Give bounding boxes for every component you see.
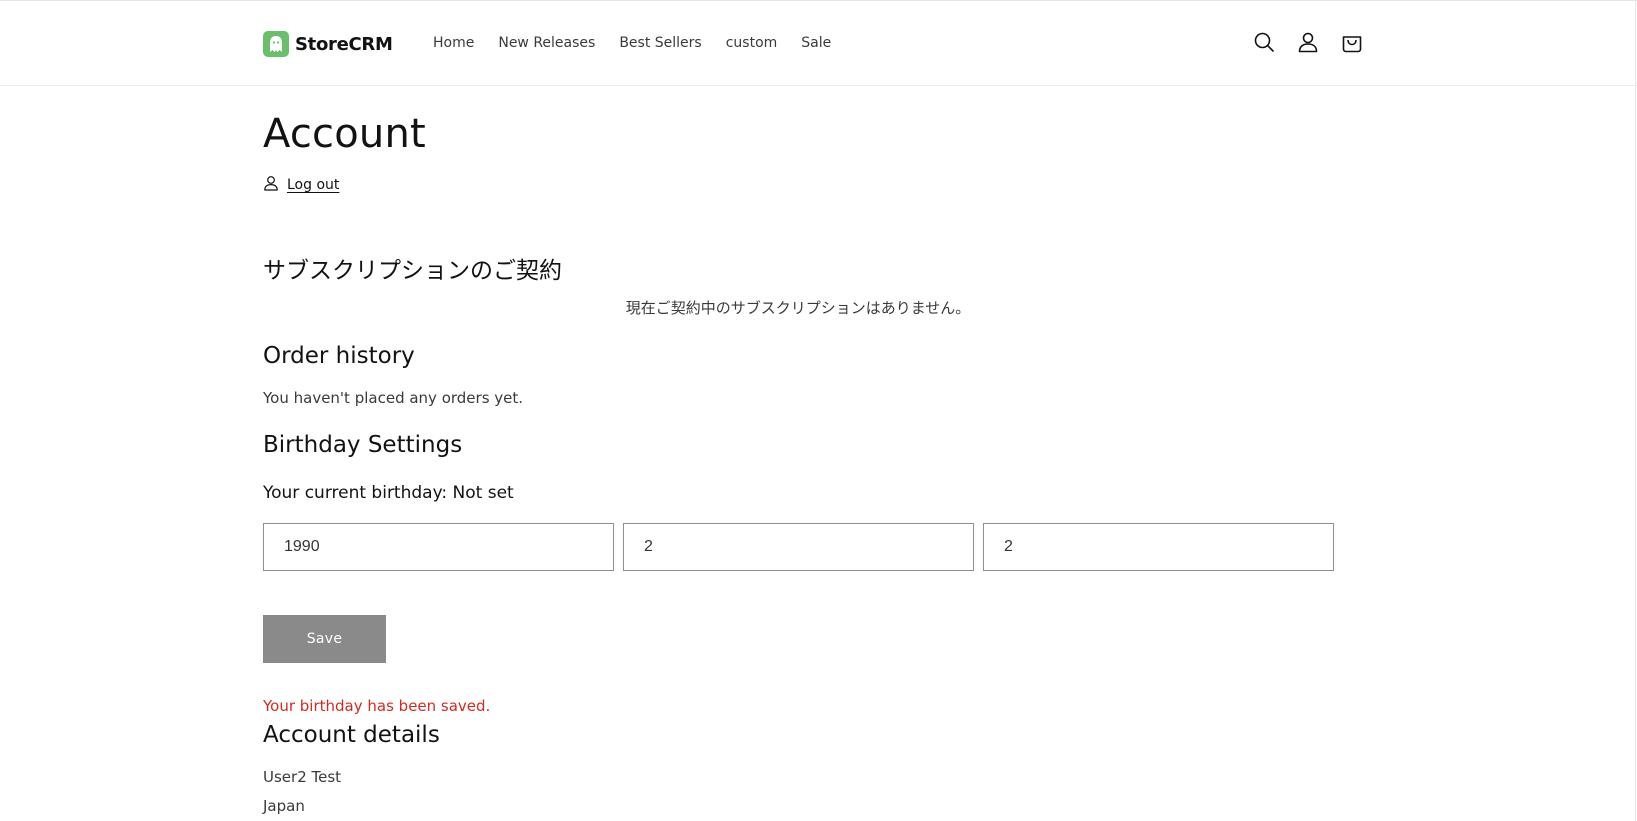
ghost-logo-icon xyxy=(263,31,289,57)
account-country: Japan xyxy=(263,797,305,815)
right-border xyxy=(1635,0,1636,821)
account-name: User2 Test xyxy=(263,768,342,786)
nav-item-sale[interactable]: Sale xyxy=(801,33,831,53)
page-title: Account xyxy=(263,111,426,157)
birthday-day-input[interactable] xyxy=(983,523,1334,571)
user-icon xyxy=(263,175,279,195)
cart-icon[interactable] xyxy=(1339,29,1365,55)
account-details-title: Account details xyxy=(263,722,440,748)
nav-item-home[interactable]: Home xyxy=(433,33,474,53)
birthday-month-input[interactable] xyxy=(623,523,974,571)
header-icons xyxy=(1251,29,1365,55)
logout-row: Log out xyxy=(263,175,339,195)
logout-link[interactable]: Log out xyxy=(287,177,339,193)
nav-item-best-sellers[interactable]: Best Sellers xyxy=(619,33,701,53)
subscriptions-empty-text: 現在ご契約中のサブスクリプションはありません。 xyxy=(625,299,971,317)
order-history-title: Order history xyxy=(263,343,415,369)
nav-item-new-releases[interactable]: New Releases xyxy=(498,33,595,53)
site-header: StoreCRM Home New Releases Best Sellers … xyxy=(0,1,1637,86)
save-button[interactable]: Save xyxy=(263,615,386,663)
search-icon[interactable] xyxy=(1251,29,1277,55)
brand-name: StoreCRM xyxy=(295,33,393,55)
current-birthday-text: Your current birthday: Not set xyxy=(263,483,514,503)
main-nav: Home New Releases Best Sellers custom Sa… xyxy=(433,33,855,53)
nav-item-custom[interactable]: custom xyxy=(726,33,778,53)
store-logo[interactable]: StoreCRM xyxy=(263,30,393,58)
birthday-settings-title: Birthday Settings xyxy=(263,432,463,458)
birthday-saved-message: Your birthday has been saved. xyxy=(263,697,491,715)
account-icon[interactable] xyxy=(1295,29,1321,55)
subscriptions-title: サブスクリプションのご契約 xyxy=(263,258,562,284)
birthday-inputs xyxy=(263,523,1334,571)
birthday-year-input[interactable] xyxy=(263,523,614,571)
order-history-empty-text: You haven't placed any orders yet. xyxy=(263,389,524,407)
